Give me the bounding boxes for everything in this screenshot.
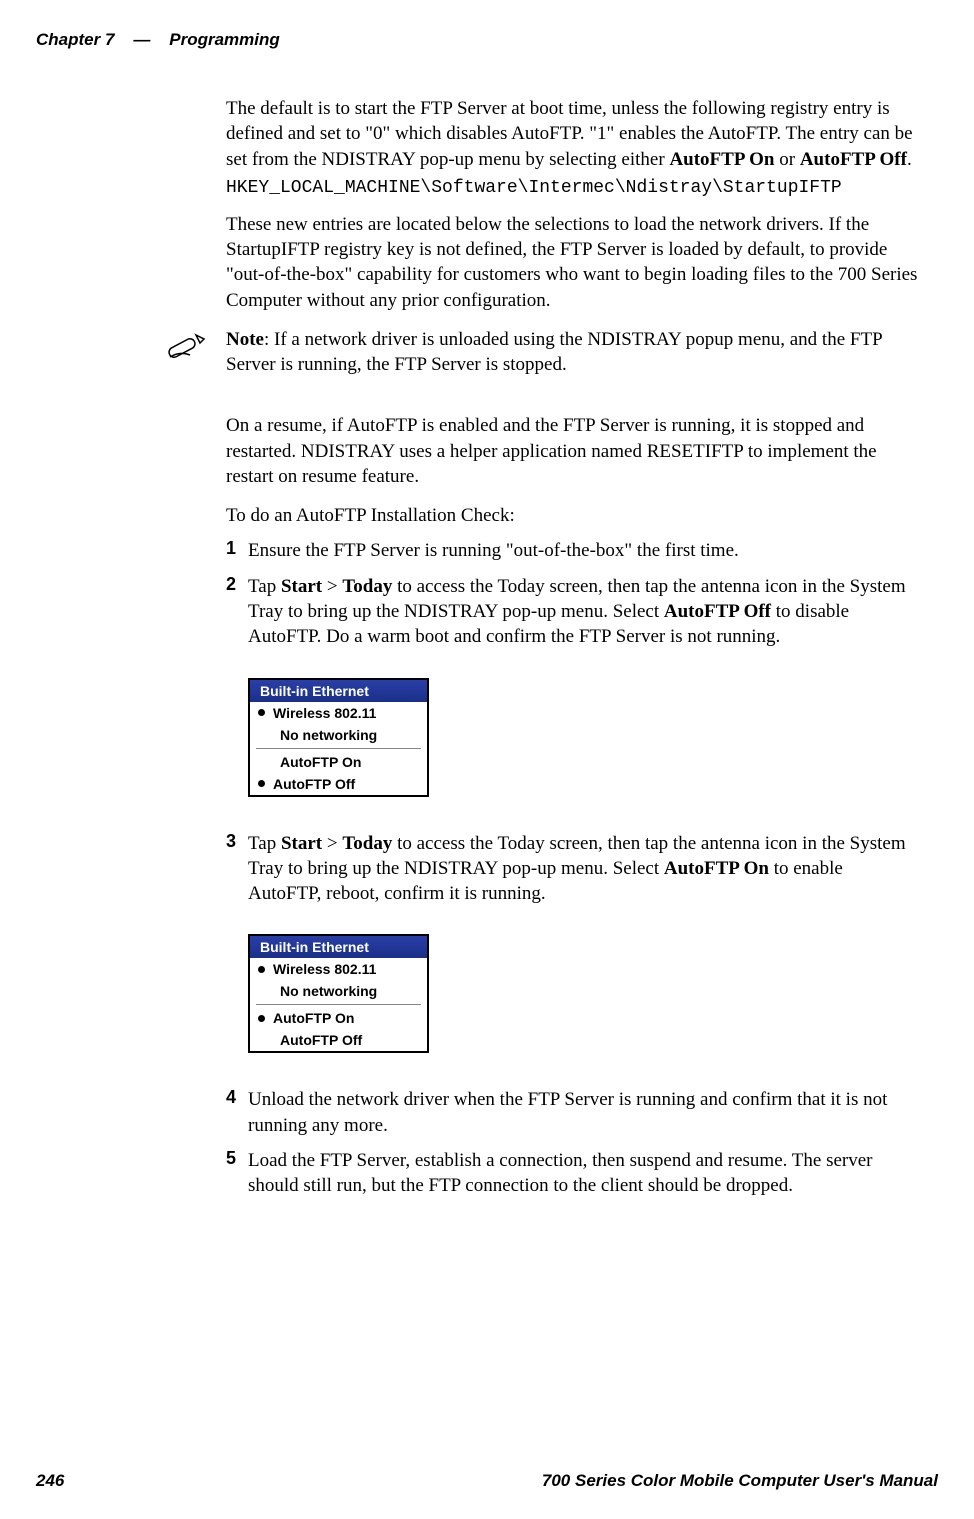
menu1-autoftp-off[interactable]: AutoFTP Off (250, 773, 427, 795)
page-header: Chapter 7 — Programming (0, 0, 974, 60)
list-number: 5 (226, 1148, 248, 1199)
page-footer: 246 700 Series Color Mobile Computer Use… (36, 1471, 938, 1491)
menu-separator (256, 1004, 421, 1005)
menu1-aon-label: AutoFTP On (280, 754, 361, 770)
bullet-icon (258, 709, 265, 716)
list-text-1: Ensure the FTP Server is running "out-of… (248, 538, 918, 563)
header-left: Chapter 7 — Programming (36, 30, 938, 50)
registry-key: HKEY_LOCAL_MACHINE\Software\Intermec\Ndi… (226, 178, 918, 198)
list-text-4: Unload the network driver when the FTP S… (248, 1087, 918, 1138)
header-separator (119, 30, 128, 49)
list-text-2: Tap Start > Today to access the Today sc… (248, 574, 918, 650)
list-item-2: 2 Tap Start > Today to access the Today … (226, 574, 918, 650)
chapter-number: Chapter 7 (36, 30, 114, 49)
menu2-autoftp-off[interactable]: AutoFTP Off (250, 1029, 427, 1051)
footer-title: 700 Series Color Mobile Computer User's … (542, 1471, 938, 1491)
period: . (907, 149, 912, 170)
bullet-icon (258, 780, 265, 787)
bullet-icon (258, 966, 265, 973)
list-item-4: 4 Unload the network driver when the FTP… (226, 1087, 918, 1138)
autoftp-on-label: AutoFTP On (669, 149, 774, 170)
autoftp-on-bold: AutoFTP On (664, 858, 769, 879)
list-number: 1 (226, 538, 248, 563)
menu1-nonet[interactable]: No networking (250, 724, 427, 746)
autoftp-off-label: AutoFTP Off (800, 149, 907, 170)
paragraph-1: The default is to start the FTP Server a… (226, 96, 918, 172)
menu1-wireless[interactable]: Wireless 802.11 (250, 702, 427, 724)
menu2-wireless-label: Wireless 802.11 (273, 961, 376, 977)
menu2-aoff-label: AutoFTP Off (280, 1032, 362, 1048)
menu2-title[interactable]: Built-in Ethernet (250, 936, 427, 958)
ndistray-menu-1: Built-in Ethernet Wireless 802.11 No net… (248, 678, 429, 797)
menu2-nonet[interactable]: No networking (250, 980, 427, 1002)
start-label: Start (281, 576, 322, 597)
note-text: : If a network driver is unloaded using … (226, 329, 882, 375)
menu1-title[interactable]: Built-in Ethernet (250, 680, 427, 702)
or-word: or (775, 149, 800, 170)
menu2-aon-label: AutoFTP On (273, 1010, 354, 1026)
paragraph-2: These new entries are located below the … (226, 212, 918, 313)
menu2-nonet-label: No networking (280, 983, 377, 999)
menu2-wireless[interactable]: Wireless 802.11 (250, 958, 427, 980)
list-number: 3 (226, 831, 248, 907)
list-number: 2 (226, 574, 248, 650)
list-number: 4 (226, 1087, 248, 1138)
t3-pre: Tap (248, 833, 281, 854)
bullet-icon (258, 1015, 265, 1022)
menu1-nonet-label: No networking (280, 727, 377, 743)
note-content: Note: If a network driver is unloaded us… (218, 327, 918, 378)
t2-pre: Tap (248, 576, 281, 597)
page-number: 246 (36, 1471, 542, 1491)
menu2-autoftp-on[interactable]: AutoFTP On (250, 1007, 427, 1029)
autoftp-off-bold: AutoFTP Off (664, 601, 771, 622)
header-separator2 (155, 30, 164, 49)
chapter-title: Programming (169, 30, 280, 49)
list-item-3: 3 Tap Start > Today to access the Today … (226, 831, 918, 907)
gt: > (322, 833, 342, 854)
menu1-wireless-label: Wireless 802.11 (273, 705, 376, 721)
ndistray-menu-2: Built-in Ethernet Wireless 802.11 No net… (248, 934, 429, 1053)
menu1-autoftp-on[interactable]: AutoFTP On (250, 751, 427, 773)
menu-separator (256, 748, 421, 749)
paragraph-3: On a resume, if AutoFTP is enabled and t… (226, 413, 918, 489)
gt: > (322, 576, 342, 597)
header-dash: — (133, 30, 150, 49)
today-label: Today (342, 833, 392, 854)
list-item-5: 5 Load the FTP Server, establish a conne… (226, 1148, 918, 1199)
list-item-1: 1 Ensure the FTP Server is running "out-… (226, 538, 918, 563)
menu1-aoff-label: AutoFTP Off (273, 776, 355, 792)
today-label: Today (342, 576, 392, 597)
paragraph-4: To do an AutoFTP Installation Check: (226, 503, 918, 528)
note-block: Note: If a network driver is unloaded us… (166, 327, 918, 378)
list-text-5: Load the FTP Server, establish a connect… (248, 1148, 918, 1199)
note-icon (166, 327, 218, 378)
list-text-3: Tap Start > Today to access the Today sc… (248, 831, 918, 907)
note-label: Note (226, 329, 264, 350)
start-label: Start (281, 833, 322, 854)
